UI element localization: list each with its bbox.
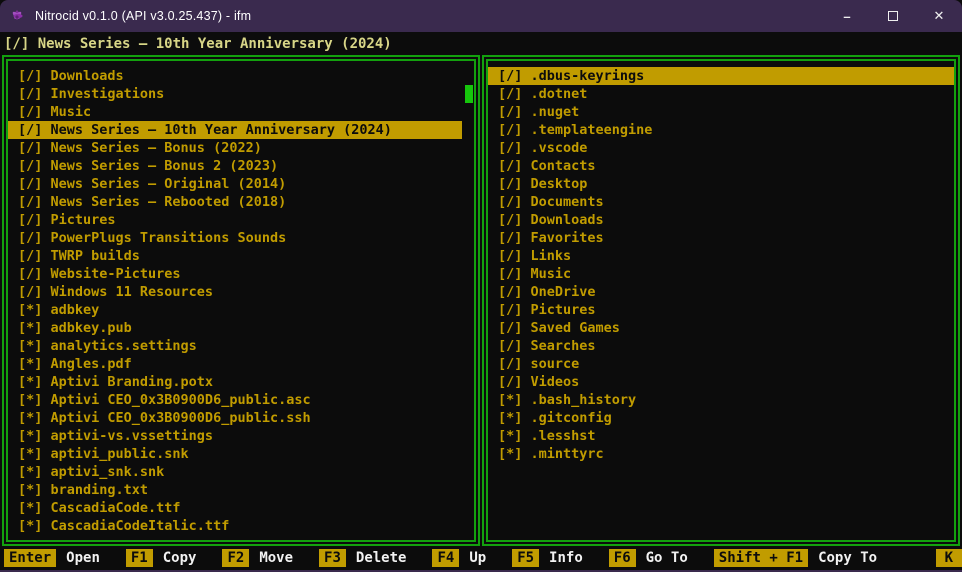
directory-row[interactable]: [/] Contacts bbox=[488, 157, 954, 175]
directory-row[interactable]: [/] .templateengine bbox=[488, 121, 954, 139]
file-row[interactable]: [*] adbkey.pub bbox=[8, 319, 462, 337]
keybinding-key-f1[interactable]: F1 bbox=[126, 549, 153, 567]
minimize-button[interactable]: – bbox=[824, 0, 870, 32]
file-row[interactable]: [*] .bash_history bbox=[488, 391, 954, 409]
directory-row[interactable]: [/] OneDrive bbox=[488, 283, 954, 301]
minimize-icon: – bbox=[843, 9, 850, 24]
keybinding-label-info: Info bbox=[549, 550, 583, 566]
keybinding-label-open: Open bbox=[66, 550, 100, 566]
directory-row[interactable]: [/] source bbox=[488, 355, 954, 373]
keybinding-key-f2[interactable]: F2 bbox=[222, 549, 249, 567]
directory-row[interactable]: [/] Music bbox=[488, 265, 954, 283]
directory-row[interactable]: [/] Downloads bbox=[8, 67, 462, 85]
right-panel-list: [/] .dbus-keyrings[/] .dotnet[/] .nuget[… bbox=[488, 61, 954, 463]
nitrocid-window: Nitrocid v0.1.0 (API v3.0.25.437) - ifm … bbox=[0, 0, 962, 572]
file-row[interactable]: [*] branding.txt bbox=[8, 481, 462, 499]
keybinding-label-move: Move bbox=[259, 550, 293, 566]
directory-row[interactable]: [/] Favorites bbox=[488, 229, 954, 247]
file-row[interactable]: [*] CascadiaCodeItalic.ttf bbox=[8, 517, 462, 535]
directory-row[interactable]: [/] Downloads bbox=[488, 211, 954, 229]
directory-row[interactable]: [/] .dbus-keyrings bbox=[488, 67, 954, 85]
directory-row[interactable]: [/] News Series – 10th Year Anniversary … bbox=[8, 121, 462, 139]
close-button[interactable]: ✕ bbox=[916, 0, 962, 32]
keybinding-key-shift-f1[interactable]: Shift + F1 bbox=[714, 549, 808, 567]
directory-row[interactable]: [/] Pictures bbox=[8, 211, 462, 229]
file-row[interactable]: [*] Angles.pdf bbox=[8, 355, 462, 373]
file-row[interactable]: [*] aptivi_snk.snk bbox=[8, 463, 462, 481]
file-row[interactable]: [*] Aptivi CEO_0x3B0900D6_public.ssh bbox=[8, 409, 462, 427]
directory-row[interactable]: [/] TWRP builds bbox=[8, 247, 462, 265]
titlebar: Nitrocid v0.1.0 (API v3.0.25.437) - ifm … bbox=[0, 0, 962, 32]
maximize-button[interactable] bbox=[870, 0, 916, 32]
panels-container: [/] Downloads[/] Investigations[/] Music… bbox=[0, 55, 962, 546]
file-row[interactable]: [*] aptivi-vs.vssettings bbox=[8, 427, 462, 445]
directory-row[interactable]: [/] Links bbox=[488, 247, 954, 265]
keybinding-key-f5[interactable]: F5 bbox=[512, 549, 539, 567]
file-row[interactable]: [*] Aptivi CEO_0x3B0900D6_public.asc bbox=[8, 391, 462, 409]
directory-row[interactable]: [/] News Series – Bonus 2 (2023) bbox=[8, 157, 462, 175]
directory-row[interactable]: [/] Music bbox=[8, 103, 462, 121]
keybindings-statusbar: Enter Open F1 Copy F2 Move F3 Delete F4 Up F5 Info F… bbox=[0, 546, 962, 570]
left-panel-scrollbar[interactable] bbox=[465, 85, 473, 103]
close-icon: ✕ bbox=[934, 8, 945, 24]
window-title: Nitrocid v0.1.0 (API v3.0.25.437) - ifm bbox=[35, 9, 824, 23]
keybinding-label-up: Up bbox=[469, 550, 486, 566]
directory-row[interactable]: [/] Windows 11 Resources bbox=[8, 283, 462, 301]
maximize-icon bbox=[888, 11, 898, 21]
directory-row[interactable]: [/] Documents bbox=[488, 193, 954, 211]
directory-row[interactable]: [/] Searches bbox=[488, 337, 954, 355]
window-controls: – ✕ bbox=[824, 0, 962, 32]
directory-row[interactable]: [/] News Series – Original (2014) bbox=[8, 175, 462, 193]
directory-row[interactable]: [/] Desktop bbox=[488, 175, 954, 193]
file-row[interactable]: [*] Aptivi Branding.potx bbox=[8, 373, 462, 391]
file-row[interactable]: [*] analytics.settings bbox=[8, 337, 462, 355]
file-row[interactable]: [*] aptivi_public.snk bbox=[8, 445, 462, 463]
directory-row[interactable]: [/] .nuget bbox=[488, 103, 954, 121]
directory-row[interactable]: [/] News Series – Rebooted (2018) bbox=[8, 193, 462, 211]
keybinding-key-enter[interactable]: Enter bbox=[4, 549, 56, 567]
nitrocid-logo-icon bbox=[9, 8, 25, 24]
directory-row[interactable]: [/] News Series – Bonus (2022) bbox=[8, 139, 462, 157]
directory-row[interactable]: [/] Pictures bbox=[488, 301, 954, 319]
left-file-panel: [/] Downloads[/] Investigations[/] Music… bbox=[2, 55, 480, 546]
keybinding-key-f6[interactable]: F6 bbox=[609, 549, 636, 567]
right-file-panel: [/] .dbus-keyrings[/] .dotnet[/] .nuget[… bbox=[482, 55, 960, 546]
directory-row[interactable]: [/] Website-Pictures bbox=[8, 265, 462, 283]
directory-row[interactable]: [/] .dotnet bbox=[488, 85, 954, 103]
keybinding-key-f3[interactable]: F3 bbox=[319, 549, 346, 567]
directory-row[interactable]: [/] .vscode bbox=[488, 139, 954, 157]
left-panel-list: [/] Downloads[/] Investigations[/] Music… bbox=[8, 61, 474, 535]
file-row[interactable]: [*] .lesshst bbox=[488, 427, 954, 445]
directory-row[interactable]: [/] Investigations bbox=[8, 85, 462, 103]
file-row[interactable]: [*] .minttyrc bbox=[488, 445, 954, 463]
file-row[interactable]: [*] .gitconfig bbox=[488, 409, 954, 427]
current-path-header: [/] News Series – 10th Year Anniversary … bbox=[0, 32, 962, 55]
file-row[interactable]: [*] adbkey bbox=[8, 301, 462, 319]
file-row[interactable]: [*] CascadiaCode.ttf bbox=[8, 499, 462, 517]
keybinding-label-delete: Delete bbox=[356, 550, 407, 566]
keybinding-key-f4[interactable]: F4 bbox=[432, 549, 459, 567]
directory-row[interactable]: [/] PowerPlugs Transitions Sounds bbox=[8, 229, 462, 247]
keybinding-label-copy-to: Copy To bbox=[818, 550, 877, 566]
keybinding-key-k[interactable]: K bbox=[936, 549, 962, 567]
directory-row[interactable]: [/] Videos bbox=[488, 373, 954, 391]
keybinding-label-go-to: Go To bbox=[646, 550, 688, 566]
directory-row[interactable]: [/] Saved Games bbox=[488, 319, 954, 337]
keybinding-label-copy: Copy bbox=[163, 550, 197, 566]
